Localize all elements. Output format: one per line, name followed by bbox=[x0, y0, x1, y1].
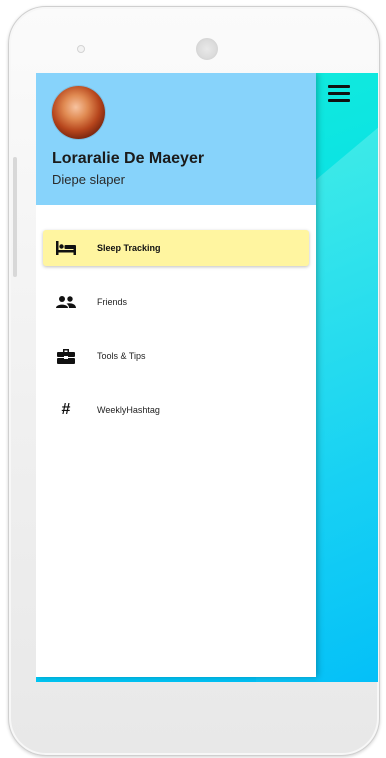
navigation-drawer: Loraralie De Maeyer Diepe slaper Sleep T… bbox=[36, 73, 316, 677]
user-name: Loraralie De Maeyer bbox=[52, 150, 205, 167]
nav-item-friends[interactable]: Friends bbox=[43, 284, 309, 320]
nav-label-weekly-hashtag: WeeklyHashtag bbox=[97, 405, 160, 415]
user-status: Diepe slaper bbox=[52, 172, 125, 187]
people-icon bbox=[56, 294, 76, 310]
toolbox-icon bbox=[56, 348, 76, 364]
nav-label-sleep-tracking: Sleep Tracking bbox=[97, 243, 161, 253]
nav-item-weekly-hashtag[interactable]: # WeeklyHashtag bbox=[43, 392, 309, 428]
nav-item-tools-tips[interactable]: Tools & Tips bbox=[43, 338, 309, 374]
nav-item-sleep-tracking[interactable]: Sleep Tracking bbox=[43, 230, 309, 266]
hashtag-icon: # bbox=[56, 402, 76, 418]
hamburger-menu-icon[interactable] bbox=[328, 85, 350, 103]
phone-frame: Loraralie De Maeyer Diepe slaper Sleep T… bbox=[8, 6, 380, 756]
nav-label-tools-tips: Tools & Tips bbox=[97, 351, 146, 361]
bed-icon bbox=[56, 240, 76, 256]
nav-label-friends: Friends bbox=[97, 297, 128, 307]
front-camera bbox=[77, 45, 85, 53]
drawer-nav: Sleep Tracking Friends Tools & Tips # We… bbox=[36, 230, 316, 446]
hashtag-glyph: # bbox=[61, 401, 71, 418]
phone-screen: Loraralie De Maeyer Diepe slaper Sleep T… bbox=[36, 73, 378, 682]
avatar[interactable] bbox=[52, 86, 105, 139]
drawer-header: Loraralie De Maeyer Diepe slaper bbox=[36, 73, 316, 205]
volume-button bbox=[13, 157, 17, 277]
earpiece-speaker bbox=[196, 38, 218, 60]
